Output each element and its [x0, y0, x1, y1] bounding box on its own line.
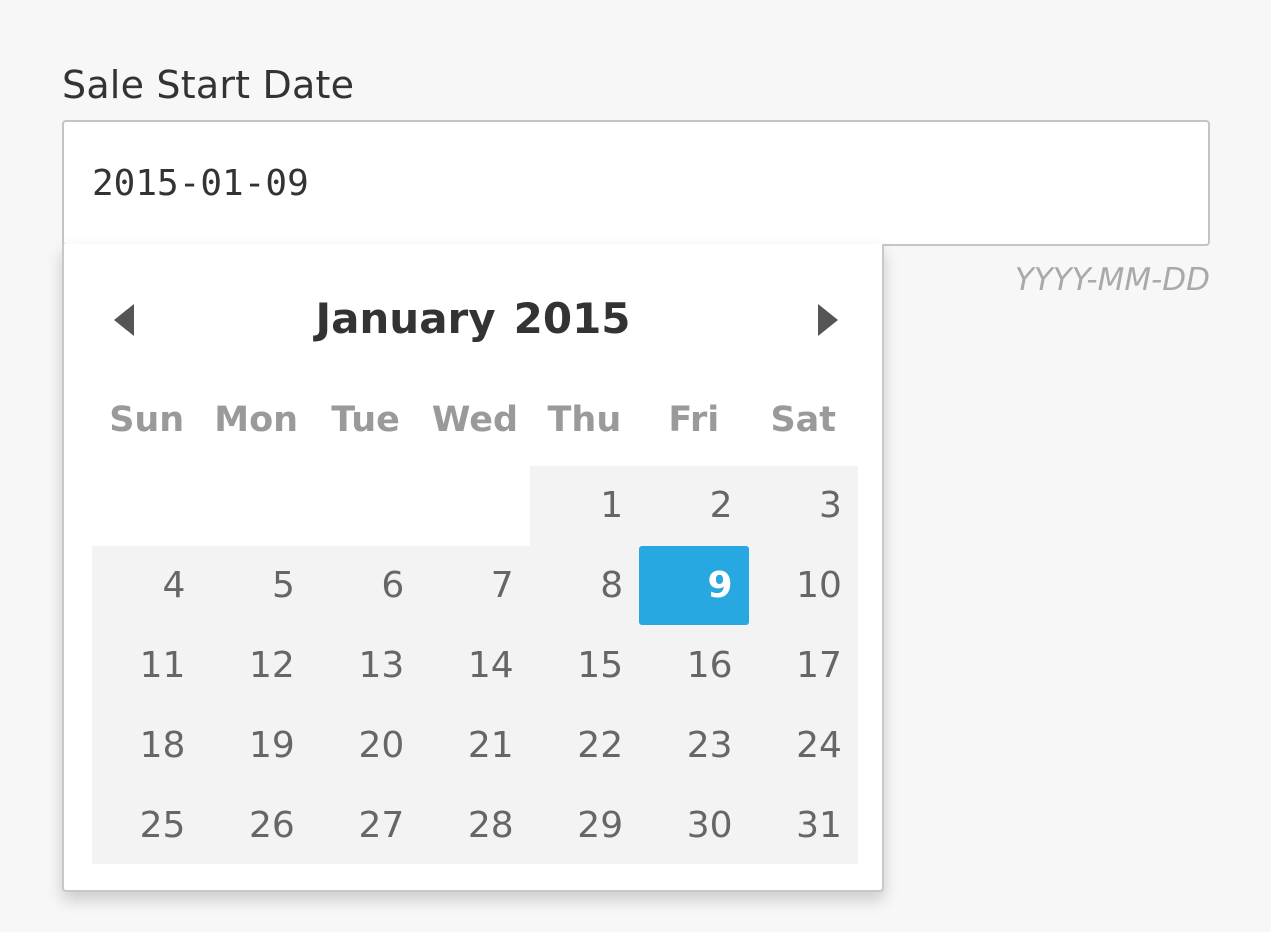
day-cell[interactable]: 8 [530, 546, 639, 626]
week-row: 123 [92, 466, 858, 546]
day-cell[interactable]: 30 [639, 786, 748, 866]
day-cell[interactable]: 22 [530, 706, 639, 786]
field-label: Sale Start Date [62, 63, 355, 107]
weekday-label: Wed [431, 400, 519, 440]
empty-day-cell [92, 466, 201, 546]
week-row: 11 12 13 14 15 16 17 [92, 626, 858, 706]
day-cell[interactable]: 20 [311, 706, 420, 786]
day-cell[interactable]: 3 [749, 466, 858, 546]
day-cell[interactable]: 25 [92, 786, 201, 866]
sale-start-date-input[interactable] [62, 120, 1210, 246]
empty-day-cell [311, 466, 420, 546]
day-cell[interactable]: 11 [92, 626, 201, 706]
day-cell[interactable]: 18 [92, 706, 201, 786]
day-cell[interactable]: 15 [530, 626, 639, 706]
selected-day-cell[interactable]: 9 [639, 546, 749, 625]
format-hint: YYYY-MM-DD [1014, 262, 1210, 298]
month-label: January [315, 294, 496, 343]
weekday-label: Sat [770, 400, 837, 440]
triangle-right-icon [818, 304, 838, 336]
weekday-header: Sun Mon Tue Wed Thu Fri Sat [92, 400, 858, 456]
week-row: 18 19 20 21 22 23 24 [92, 706, 858, 786]
next-month-button[interactable] [804, 298, 848, 342]
datepicker-popup: January 2015 Sun Mon Tue Wed Thu Fri Sat … [62, 244, 884, 892]
datepicker-header: January 2015 [64, 284, 882, 356]
day-cell[interactable]: 29 [530, 786, 639, 866]
day-cell[interactable]: 17 [749, 626, 858, 706]
day-grid: 1 2 3 4 5 6 7 8 9 10 11 12 13 14 15 16 17 18 19 20 21 22 23 24 2… [92, 466, 858, 864]
day-cell[interactable]: 14 [420, 626, 529, 706]
day-cell[interactable]: 5 [201, 546, 310, 626]
day-cell[interactable]: 2 [639, 466, 748, 546]
weekday-label: Sun [109, 400, 185, 440]
day-cell[interactable]: 28 [420, 786, 529, 866]
week-row: 25 26 27 28 29 30 31 [92, 786, 858, 866]
day-cell[interactable]: 13 [311, 626, 420, 706]
year-label: 2015 [513, 294, 631, 343]
day-cell[interactable]: 6 [311, 546, 420, 626]
day-cell[interactable]: 7 [420, 546, 529, 626]
week-row: 4 5 6 7 8 9 10 [92, 546, 858, 626]
weekday-label: Fri [668, 400, 720, 440]
day-cell[interactable]: 31 [749, 786, 858, 866]
day-cell[interactable]: 27 [311, 786, 420, 866]
day-cell[interactable]: 16 [639, 626, 748, 706]
day-cell[interactable]: 12 [201, 626, 310, 706]
weekday-label: Mon [214, 400, 299, 440]
month-year-title: January 2015 [64, 294, 882, 343]
weekday-label: Tue [331, 400, 400, 440]
day-cell[interactable]: 21 [420, 706, 529, 786]
day-cell[interactable]: 19 [201, 706, 310, 786]
empty-day-cell [420, 466, 529, 546]
day-cell[interactable]: 26 [201, 786, 310, 866]
day-cell[interactable]: 24 [749, 706, 858, 786]
day-cell[interactable]: 4 [92, 546, 201, 626]
day-cell[interactable]: 10 [749, 546, 858, 626]
weekday-label: Thu [547, 400, 622, 440]
day-cell[interactable]: 1 [530, 466, 639, 546]
empty-day-cell [201, 466, 310, 546]
day-cell[interactable]: 23 [639, 706, 748, 786]
